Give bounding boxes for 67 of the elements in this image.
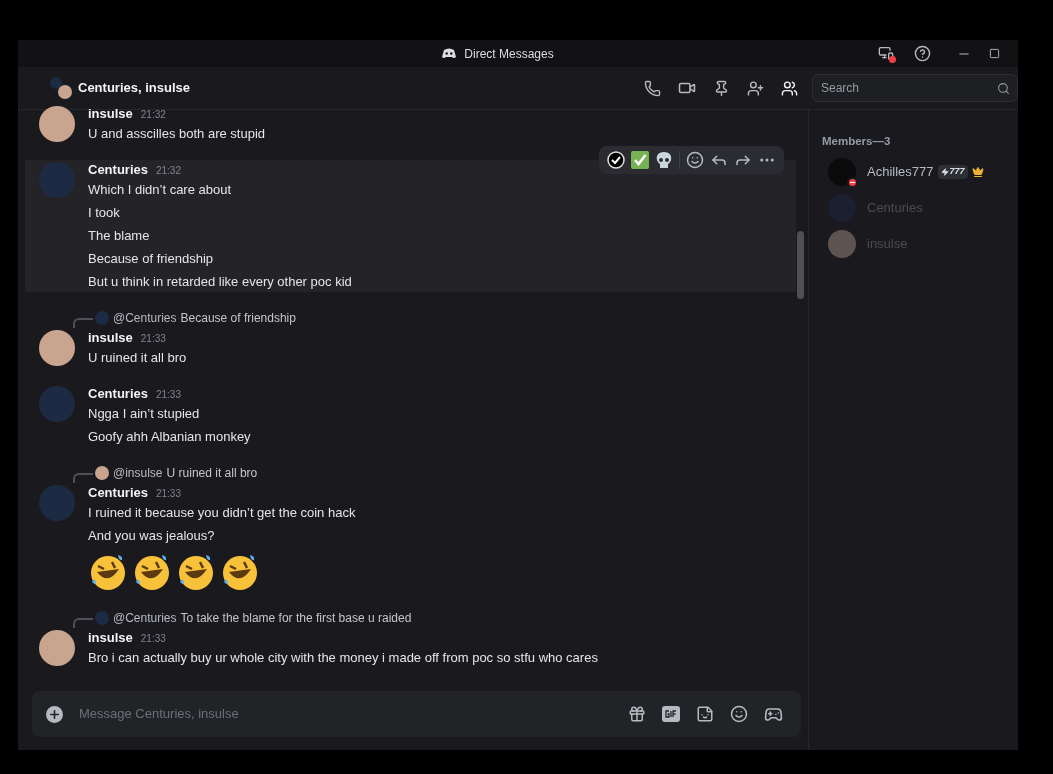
- author-name[interactable]: Centuries: [88, 160, 148, 180]
- members-heading: Members—3: [822, 135, 891, 147]
- timestamp: 21:33: [140, 332, 166, 346]
- member-name: Achilles777: [867, 163, 934, 182]
- window-title: Direct Messages: [464, 45, 554, 63]
- laughing-emoji-icon: [132, 552, 172, 592]
- reply-mention[interactable]: @Centuries: [113, 609, 177, 627]
- author-name[interactable]: insulse: [88, 104, 133, 124]
- author-name[interactable]: Centuries: [88, 483, 148, 503]
- author-name[interactable]: insulse: [88, 628, 133, 648]
- message-text: And you was jealous?: [88, 527, 216, 545]
- controller-logo-icon: [442, 48, 457, 59]
- group-avatar-icon: [50, 77, 74, 99]
- clan-tag-text: 777: [949, 165, 965, 179]
- message-text: I ruined it because you didn’t get the coin hack: [88, 504, 356, 522]
- message-composer[interactable]: Message Centuries, insulse: [32, 691, 801, 737]
- message-text: Ngga I ain’t stupied: [88, 405, 201, 423]
- emoji-icon[interactable]: [730, 705, 748, 723]
- timestamp: 21:32: [140, 108, 166, 122]
- checkmark-emoji-icon[interactable]: [631, 151, 649, 169]
- reply-connector: [73, 318, 93, 328]
- message-text: Which I didn’t care about: [88, 181, 233, 199]
- reply-mention[interactable]: @insulse: [113, 464, 163, 482]
- gift-icon[interactable]: [628, 705, 646, 723]
- add-reaction-icon[interactable]: [686, 151, 704, 169]
- timestamp: 21:33: [155, 388, 181, 402]
- search-field[interactable]: Search: [812, 74, 1018, 102]
- timestamp: 21:32: [155, 164, 181, 178]
- timestamp: 21:33: [155, 487, 181, 501]
- message-text: U and asscilles both are stupid: [88, 125, 266, 143]
- message-text: I took: [88, 204, 121, 222]
- verified-badge-icon[interactable]: [607, 151, 625, 169]
- skull-emoji-icon[interactable]: [655, 151, 673, 169]
- author-name[interactable]: Centuries: [88, 384, 148, 404]
- message-text: U ruined it all bro: [88, 349, 187, 367]
- member-item[interactable]: Achilles777 777: [822, 158, 1018, 186]
- members-icon[interactable]: [781, 79, 798, 97]
- message-input[interactable]: Message Centuries, insulse: [79, 704, 628, 724]
- message-text: Because of friendship: [88, 250, 215, 268]
- add-friend-icon[interactable]: [747, 79, 764, 97]
- screen-share-icon[interactable]: [878, 44, 896, 63]
- reply-mention[interactable]: @Centuries: [113, 309, 177, 327]
- message-text: Goofy ahh Albanian monkey: [88, 428, 251, 446]
- add-attachment-icon[interactable]: [46, 705, 63, 723]
- conversation-title: Centuries, insulse: [78, 79, 190, 98]
- lightning-icon: [940, 168, 949, 176]
- laughing-emoji-icon: [88, 552, 128, 592]
- laughing-emoji-icon: [176, 552, 216, 592]
- timestamp: 21:33: [140, 632, 166, 646]
- message-text: The blame: [88, 227, 151, 245]
- author-name[interactable]: insulse: [88, 328, 133, 348]
- call-icon[interactable]: [644, 79, 661, 97]
- gif-icon[interactable]: [662, 706, 680, 722]
- message-text: But u think in retarded like every other poc kid: [88, 273, 352, 291]
- message-text: Bro i can actually buy ur whole city with the money i made off from poc so stfu who cares: [88, 649, 598, 667]
- search-icon[interactable]: [997, 82, 1010, 95]
- pin-icon[interactable]: [713, 79, 730, 97]
- scrollbar-thumb[interactable]: [797, 231, 804, 299]
- maximize-icon[interactable]: [989, 48, 1000, 59]
- reply-preview: To take the blame for the first base u raided: [180, 610, 412, 627]
- reply-preview: U ruined it all bro: [166, 465, 258, 482]
- sticker-icon[interactable]: [696, 705, 714, 723]
- reply-connector: [73, 473, 93, 483]
- help-icon[interactable]: [914, 45, 931, 62]
- reply-preview: Because of friendship: [180, 310, 296, 327]
- reply-connector: [73, 618, 93, 628]
- laughing-emoji-icon: [220, 552, 260, 592]
